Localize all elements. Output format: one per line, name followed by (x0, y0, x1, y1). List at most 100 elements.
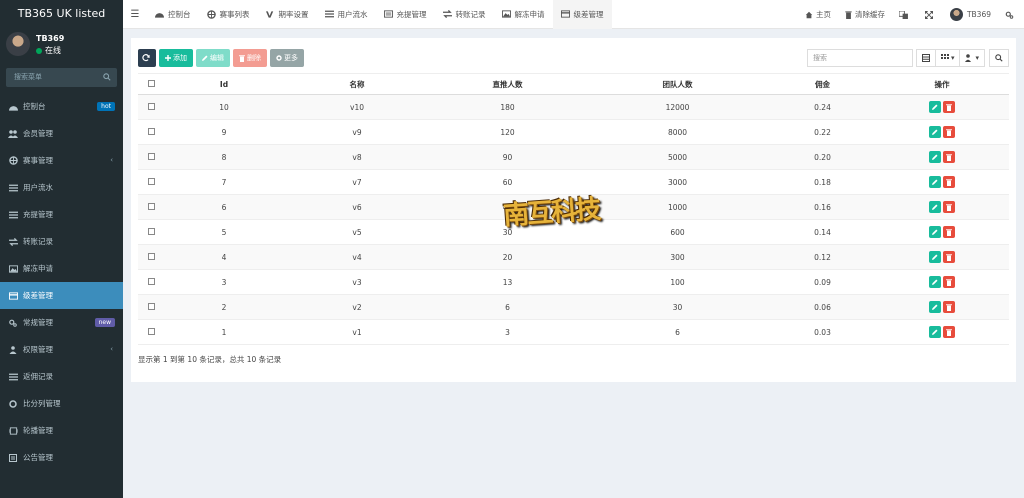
sidebar-item-8[interactable]: 常规管理 new (0, 309, 123, 336)
delete-button[interactable]: 删除 (233, 49, 267, 67)
row-delete-button[interactable] (943, 101, 955, 113)
brand-logo[interactable]: TB365 UK listed (0, 0, 123, 28)
sidebar-item-13[interactable]: 公告管理 (0, 444, 123, 471)
export-button[interactable]: ▾ (959, 49, 985, 67)
row-delete-button[interactable] (943, 326, 955, 338)
sidebar-item-4[interactable]: 充提管理 (0, 201, 123, 228)
cell-commission: 0.12 (770, 244, 875, 270)
tab-2[interactable]: 期率设置 (258, 0, 317, 29)
row-edit-button[interactable] (929, 151, 941, 163)
row-delete-button[interactable] (943, 151, 955, 163)
sidebar-item-10[interactable]: 返佣记录 (0, 363, 123, 390)
row-checkbox[interactable] (138, 294, 164, 320)
col-team-count[interactable]: 团队人数 (585, 73, 770, 95)
tab-5[interactable]: 转账记录 (435, 0, 494, 29)
dashboard-icon (8, 102, 18, 112)
row-edit-button[interactable] (929, 176, 941, 188)
sidebar-item-2[interactable]: 赛事管理 ‹ (0, 147, 123, 174)
pencil-icon (932, 329, 938, 335)
more-button[interactable]: 更多 (270, 49, 304, 67)
table-row[interactable]: 10 v10 180 12000 0.24 (138, 94, 1009, 120)
row-checkbox[interactable] (138, 119, 164, 145)
fullscreen-button[interactable] (918, 10, 943, 19)
tab-0[interactable]: 控制台 (147, 0, 199, 29)
row-delete-button[interactable] (943, 176, 955, 188)
table-search-input[interactable]: 搜索 (806, 49, 913, 67)
image-icon (8, 264, 18, 274)
sidebar-item-1[interactable]: 会员管理 (0, 120, 123, 147)
menu-badge: new (94, 318, 115, 327)
tab-3[interactable]: 用户流水 (317, 0, 376, 29)
common-search-button[interactable] (915, 49, 936, 67)
row-checkbox[interactable] (138, 194, 164, 220)
row-edit-button[interactable] (929, 326, 941, 338)
row-checkbox[interactable] (138, 94, 164, 120)
col-direct-count[interactable]: 直推人数 (430, 73, 585, 95)
trash-icon (239, 54, 245, 62)
row-delete-button[interactable] (943, 201, 955, 213)
sidebar-search-input[interactable]: 搜索菜单 (6, 68, 117, 87)
tab-label: 期率设置 (278, 9, 309, 19)
table-row[interactable]: 2 v2 6 30 0.06 (138, 294, 1009, 320)
sidebar-item-5[interactable]: 转账记录 (0, 228, 123, 255)
table-row[interactable]: 1 v1 3 6 0.03 (138, 319, 1009, 345)
cell-direct-count: 120 (430, 119, 585, 145)
home-link[interactable]: 主页 (798, 9, 838, 20)
select-all-checkbox[interactable] (138, 73, 164, 95)
row-checkbox[interactable] (138, 169, 164, 195)
row-edit-button[interactable] (929, 276, 941, 288)
table-row[interactable]: 9 v9 120 8000 0.22 (138, 119, 1009, 145)
sidebar-item-9[interactable]: 权限管理 ‹ (0, 336, 123, 363)
table-row[interactable]: 3 v3 13 100 0.09 (138, 269, 1009, 295)
row-edit-button[interactable] (929, 301, 941, 313)
settings-button[interactable] (998, 11, 1024, 19)
row-checkbox[interactable] (138, 219, 164, 245)
list-icon (8, 372, 18, 382)
tab-label: 用户流水 (337, 9, 368, 19)
row-checkbox[interactable] (138, 269, 164, 295)
col-name[interactable]: 名称 (284, 73, 430, 95)
tab-1[interactable]: 赛事列表 (199, 0, 258, 29)
clear-cache-button[interactable]: 清除缓存 (838, 9, 892, 20)
refresh-button[interactable] (138, 49, 156, 67)
sidebar-item-3[interactable]: 用户流水 (0, 174, 123, 201)
tab-6[interactable]: 解冻申请 (494, 0, 553, 29)
user-menu[interactable]: TB369 (943, 8, 998, 21)
grid-icon (940, 54, 949, 59)
sidebar-item-7[interactable]: 级差管理 (0, 282, 123, 309)
row-checkbox[interactable] (138, 244, 164, 270)
row-delete-button[interactable] (943, 126, 955, 138)
sidebar-item-0[interactable]: 控制台 hot (0, 93, 123, 120)
row-edit-button[interactable] (929, 126, 941, 138)
table-row[interactable]: 8 v8 90 5000 0.20 (138, 144, 1009, 170)
row-edit-button[interactable] (929, 226, 941, 238)
menu-toggle-icon[interactable]: ☰ (123, 9, 147, 20)
tab-7[interactable]: 级差管理 (552, 0, 612, 29)
row-checkbox[interactable] (138, 144, 164, 170)
sidebar-item-11[interactable]: 比分列管理 (0, 390, 123, 417)
row-delete-button[interactable] (943, 276, 955, 288)
edit-button[interactable]: 编辑 (196, 49, 230, 67)
row-delete-button[interactable] (943, 301, 955, 313)
tab-4[interactable]: 充提管理 (376, 0, 435, 29)
columns-button[interactable]: ▾ (934, 49, 961, 67)
nav-avatar (949, 8, 963, 21)
col-id[interactable]: Id (164, 73, 284, 95)
row-delete-button[interactable] (943, 251, 955, 263)
cell-commission: 0.14 (770, 219, 875, 245)
home-label: 主页 (815, 10, 831, 19)
row-delete-button[interactable] (943, 226, 955, 238)
table-row[interactable]: 4 v4 20 300 0.12 (138, 244, 1009, 270)
add-button[interactable]: 添加 (159, 49, 193, 67)
translate-button[interactable] (892, 10, 918, 19)
row-edit-button[interactable] (929, 251, 941, 263)
row-edit-button[interactable] (929, 201, 941, 213)
sidebar-item-12[interactable]: 轮播管理 (0, 417, 123, 444)
pencil-icon (932, 179, 938, 185)
sidebar-item-6[interactable]: 解冻申请 (0, 255, 123, 282)
row-edit-button[interactable] (929, 101, 941, 113)
row-checkbox[interactable] (138, 319, 164, 345)
col-commission[interactable]: 佣金 (770, 73, 875, 95)
search-toggle-button[interactable] (989, 49, 1009, 67)
search-icon[interactable] (103, 73, 111, 81)
